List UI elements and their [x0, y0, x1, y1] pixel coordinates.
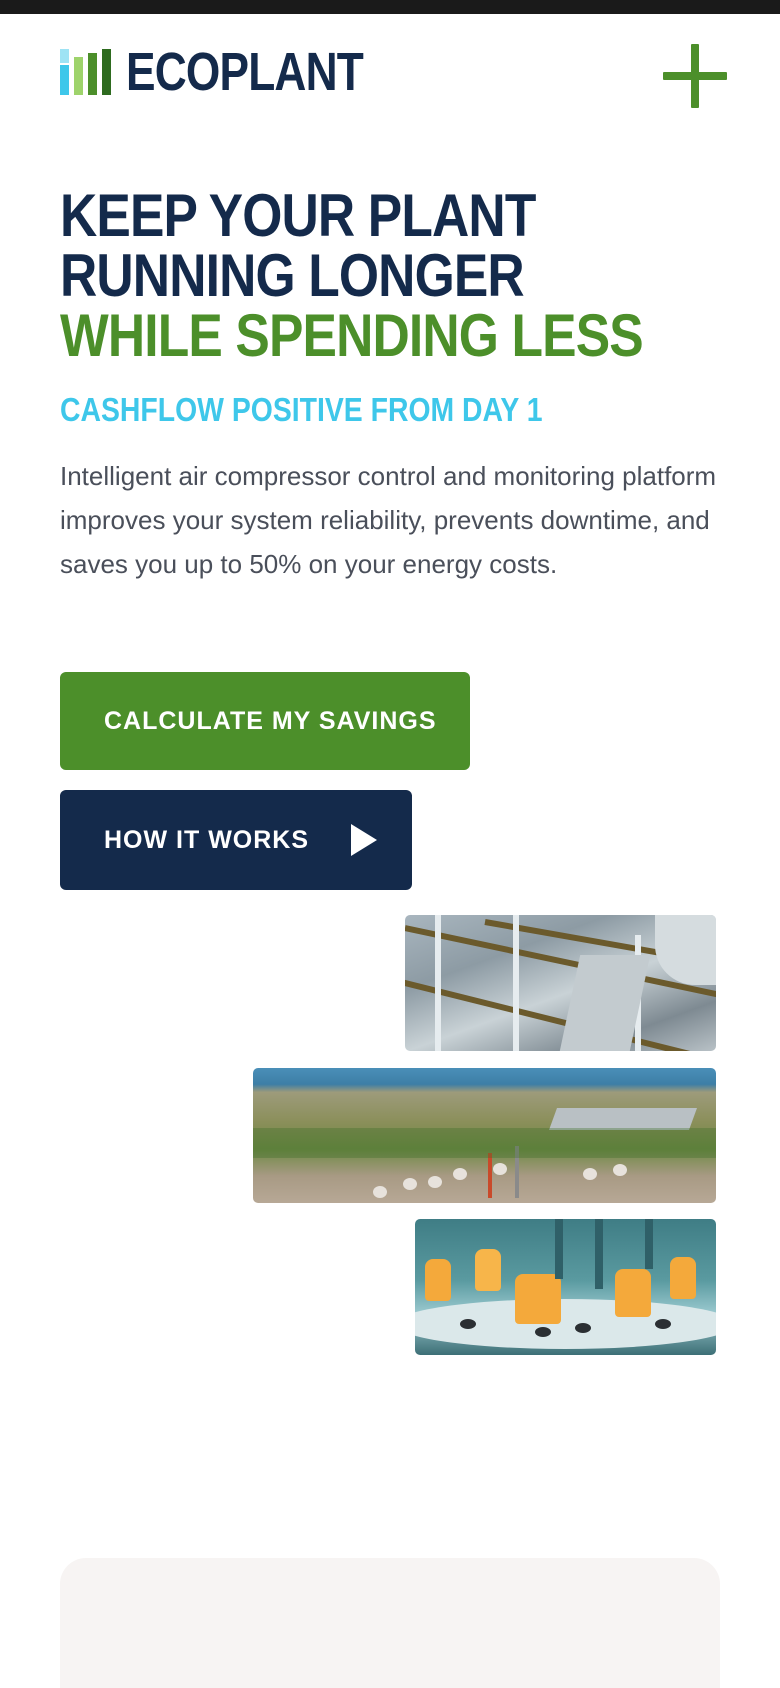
logo[interactable]: ECOPLANT: [60, 44, 415, 100]
hero-title-line-1: KEEP YOUR PLANT: [60, 182, 536, 249]
content-card: [60, 1558, 720, 1688]
hero-description: Intelligent air compressor control and m…: [60, 461, 717, 579]
logo-mark-icon: [60, 49, 112, 95]
site-header: ECOPLANT: [60, 44, 730, 108]
status-bar: [0, 0, 780, 14]
refinery-aerial-photo: [253, 1068, 716, 1203]
conveyor-photo: [405, 915, 716, 1051]
logo-wordmark: ECOPLANT: [126, 42, 364, 102]
how-it-works-label: HOW IT WORKS: [104, 825, 310, 854]
hero-title: KEEP YOUR PLANT RUNNING LONGER WHILE SPE…: [60, 186, 740, 366]
calculate-savings-button[interactable]: CALCULATE MY SAVINGS: [60, 672, 470, 770]
how-it-works-button[interactable]: HOW IT WORKS: [60, 790, 412, 890]
plus-icon[interactable]: [663, 44, 727, 108]
play-icon: [351, 824, 378, 856]
calculate-savings-label: CALCULATE MY SAVINGS: [104, 706, 437, 735]
hero-subtitle: CASHFLOW POSITIVE FROM DAY 1: [60, 391, 543, 428]
bottling-line-photo: [415, 1219, 716, 1355]
hero-title-line-3: WHILE SPENDING LESS: [60, 302, 644, 369]
hero-title-line-2: RUNNING LONGER: [60, 242, 525, 309]
